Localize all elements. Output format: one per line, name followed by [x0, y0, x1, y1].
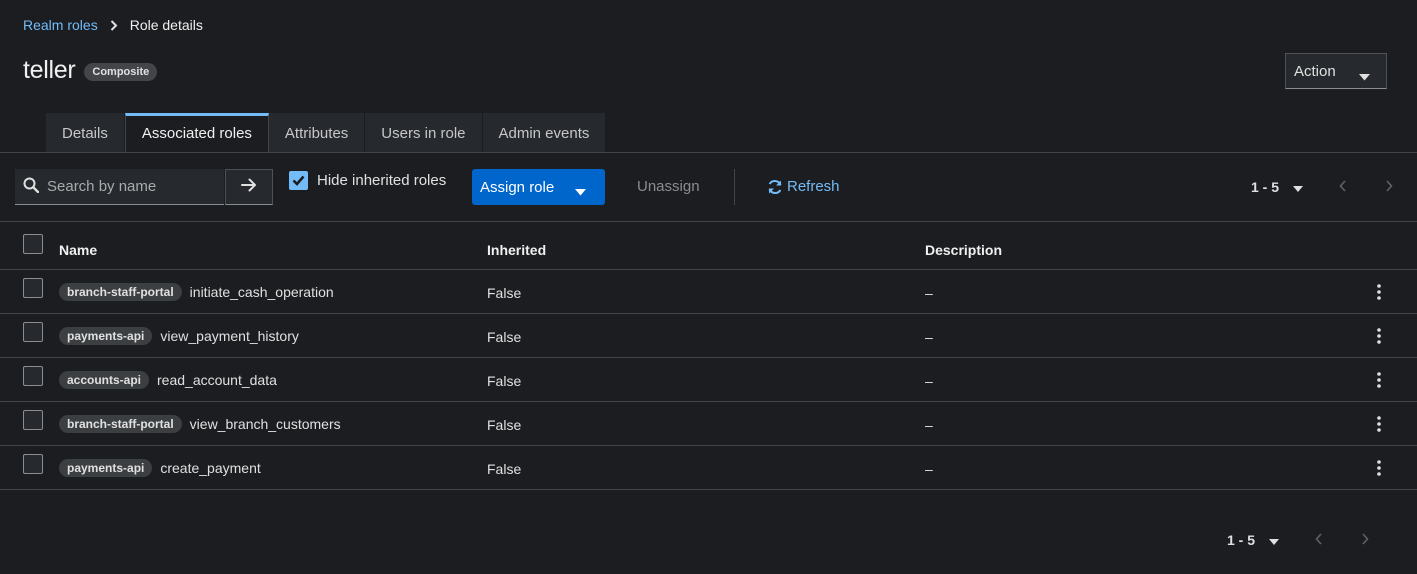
role-name: read_account_data [157, 372, 277, 388]
column-header-description: Description [925, 242, 1003, 258]
refresh-label: Refresh [787, 178, 840, 195]
role-name: view_payment_history [160, 328, 299, 344]
client-chip: accounts-api [59, 371, 150, 389]
row-checkbox[interactable] [23, 278, 43, 298]
table-row: branch-staff-portal initiate_cash_operat… [0, 270, 1417, 313]
inherited-cell: False [487, 373, 522, 389]
caret-down-icon[interactable] [1269, 532, 1280, 548]
tab-bar: Details Associated roles Attributes User… [46, 113, 607, 153]
kebab-icon[interactable] [1369, 414, 1389, 434]
search-icon [23, 177, 40, 197]
chevron-right-icon [110, 19, 118, 31]
description-cell: – [925, 461, 933, 477]
description-cell: – [925, 373, 933, 389]
pagination-range[interactable]: 1 - 5 [1251, 179, 1279, 195]
page-header: teller Composite [23, 56, 158, 85]
role-name-cell: branch-staff-portal initiate_cash_operat… [59, 283, 334, 301]
tab-associated-roles[interactable]: Associated roles [124, 113, 269, 153]
bottom-pagination: 1 - 5 [1227, 532, 1369, 548]
client-chip: payments-api [59, 327, 153, 345]
caret-down-icon[interactable] [1293, 179, 1304, 195]
table-row: payments-api view_payment_history False … [0, 314, 1417, 357]
kebab-icon[interactable] [1369, 370, 1389, 390]
row-checkbox[interactable] [23, 410, 43, 430]
toolbar-separator [734, 169, 735, 205]
breadcrumb-current: Role details [129, 17, 203, 33]
role-name: create_payment [160, 460, 261, 476]
description-cell: – [925, 417, 933, 433]
table-row: payments-api create_payment False – [0, 446, 1417, 489]
angle-right-icon[interactable] [1361, 532, 1369, 548]
role-name-cell: branch-staff-portal view_branch_customer… [59, 415, 341, 433]
hide-inherited-label: Hide inherited roles [317, 172, 447, 189]
page-title: teller [23, 56, 76, 84]
tab-users-in-role[interactable]: Users in role [365, 113, 483, 153]
row-divider [0, 489, 1417, 490]
client-chip: payments-api [59, 459, 153, 477]
search-submit-button[interactable] [225, 169, 273, 205]
assign-role-label: Assign role [480, 178, 555, 196]
checkmark-icon [292, 175, 305, 186]
client-chip: branch-staff-portal [59, 415, 182, 433]
tabs-divider [0, 152, 1417, 153]
kebab-icon[interactable] [1369, 326, 1389, 346]
row-checkbox[interactable] [23, 322, 43, 342]
pagination-range[interactable]: 1 - 5 [1227, 532, 1255, 548]
hide-inherited-checkbox[interactable] [289, 171, 308, 190]
sync-icon [768, 179, 782, 194]
top-pagination: 1 - 5 [1251, 179, 1393, 195]
select-all-checkbox[interactable] [23, 234, 43, 254]
tab-admin-events[interactable]: Admin events [482, 113, 607, 153]
search-input[interactable] [47, 178, 217, 195]
role-name-cell: payments-api create_payment [59, 459, 261, 477]
action-dropdown-button[interactable]: Action [1285, 53, 1387, 89]
arrow-right-icon [241, 178, 257, 196]
role-name: initiate_cash_operation [189, 284, 334, 300]
kebab-icon[interactable] [1369, 282, 1389, 302]
breadcrumb: Realm roles Role details [23, 16, 203, 34]
refresh-button[interactable]: Refresh [767, 178, 840, 195]
role-name-cell: payments-api view_payment_history [59, 327, 299, 345]
kebab-icon[interactable] [1369, 458, 1389, 478]
tab-details[interactable]: Details [46, 113, 125, 153]
role-name: view_branch_customers [189, 416, 341, 432]
inherited-cell: False [487, 329, 522, 345]
unassign-button[interactable]: Unassign [637, 178, 700, 195]
angle-left-icon[interactable] [1315, 532, 1323, 548]
caret-down-icon [575, 183, 586, 200]
row-checkbox[interactable] [23, 454, 43, 474]
column-header-inherited: Inherited [487, 242, 547, 258]
description-cell: – [925, 329, 933, 345]
row-checkbox[interactable] [23, 366, 43, 386]
tab-attributes[interactable]: Attributes [268, 113, 366, 153]
angle-left-icon[interactable] [1339, 179, 1347, 195]
table-row: accounts-api read_account_data False – [0, 358, 1417, 401]
inherited-cell: False [487, 417, 522, 433]
table-row: branch-staff-portal view_branch_customer… [0, 402, 1417, 445]
role-name-cell: accounts-api read_account_data [59, 371, 277, 389]
toolbar-divider [0, 221, 1417, 222]
hide-inherited-toggle: Hide inherited roles [289, 171, 446, 190]
caret-down-icon [1359, 68, 1370, 85]
breadcrumb-link-realm-roles[interactable]: Realm roles [23, 17, 98, 33]
assign-role-button[interactable]: Assign role [472, 169, 605, 205]
description-cell: – [925, 285, 933, 301]
action-label: Action [1294, 62, 1336, 80]
search-box [15, 169, 224, 205]
inherited-cell: False [487, 285, 522, 301]
angle-right-icon[interactable] [1385, 179, 1393, 195]
client-chip: branch-staff-portal [59, 283, 182, 301]
column-header-name[interactable]: Name [59, 242, 97, 258]
inherited-cell: False [487, 461, 522, 477]
composite-badge: Composite [84, 62, 158, 81]
